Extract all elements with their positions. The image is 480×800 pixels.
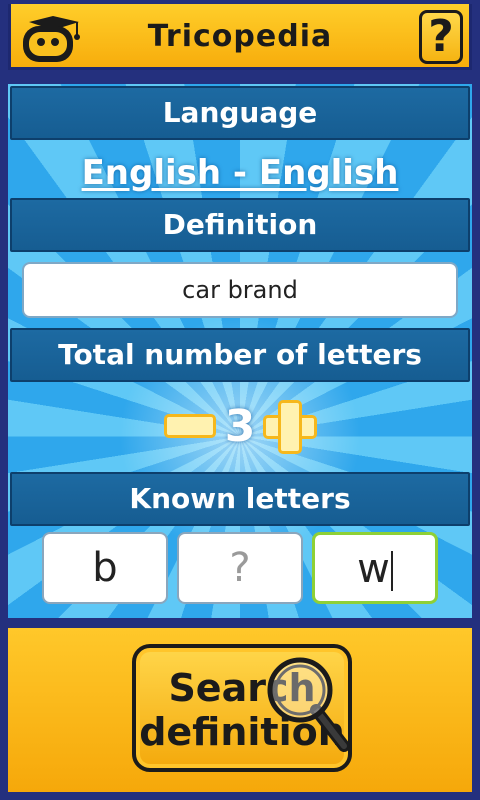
letter-count-value: 3: [224, 401, 256, 452]
known-letter-box-3-value: w: [357, 546, 390, 592]
definition-input[interactable]: car brand: [22, 262, 458, 318]
bottom-panel: Search definition: [8, 628, 472, 792]
text-caret: [390, 551, 393, 591]
definition-heading: Definition: [10, 198, 470, 252]
search-definition-button[interactable]: Search definition: [132, 644, 352, 772]
question-mark-icon: ?: [428, 11, 454, 62]
known-letter-box-1[interactable]: b: [42, 532, 168, 604]
search-form-panel: Language English - English Definition ca…: [8, 84, 472, 618]
robot-graduate-icon[interactable]: [19, 10, 81, 66]
letter-count-heading: Total number of letters: [10, 328, 470, 382]
app-title: Tricopedia: [147, 19, 333, 54]
language-heading: Language: [10, 86, 470, 140]
language-selector-link[interactable]: English - English: [8, 146, 472, 200]
letter-count-stepper: 3: [8, 394, 472, 460]
known-letter-box-3[interactable]: w: [312, 532, 438, 604]
title-bar: Tricopedia ?: [8, 4, 472, 70]
magnifier-icon: [266, 654, 356, 764]
minus-icon[interactable]: [164, 414, 216, 438]
plus-icon[interactable]: [263, 400, 317, 454]
known-letter-box-2[interactable]: ?: [177, 532, 303, 604]
known-letters-heading: Known letters: [10, 472, 470, 526]
help-button[interactable]: ?: [419, 10, 463, 64]
top-bar: Tricopedia ?: [0, 0, 480, 76]
